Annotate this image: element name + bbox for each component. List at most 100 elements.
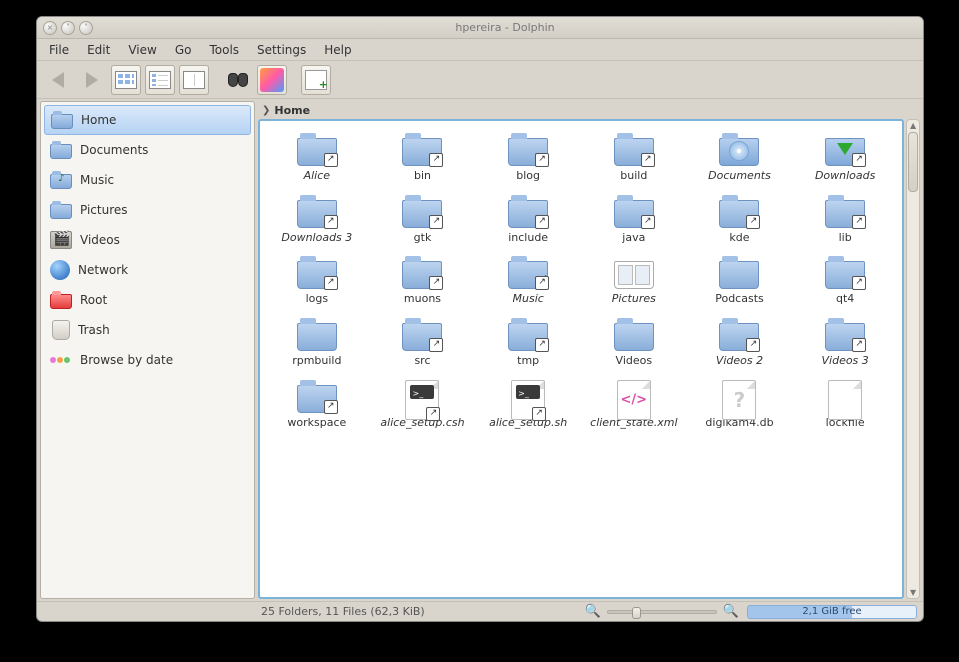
file-item[interactable]: gtk xyxy=(372,193,474,247)
folder-icon xyxy=(297,133,337,167)
file-item[interactable]: Pictures xyxy=(583,254,685,308)
file-label: lib xyxy=(839,232,852,245)
zoom-slider[interactable] xyxy=(607,610,717,614)
place-label: Root xyxy=(80,293,107,307)
menu-view[interactable]: View xyxy=(120,41,164,59)
scroll-down-icon[interactable]: ▼ xyxy=(910,588,916,597)
file-item[interactable]: </>client_state.xml xyxy=(583,378,685,432)
icon-view-button[interactable] xyxy=(111,65,141,95)
menu-go[interactable]: Go xyxy=(167,41,200,59)
file-item[interactable]: tmp xyxy=(477,316,579,370)
place-trash[interactable]: Trash xyxy=(44,315,251,345)
menu-help[interactable]: Help xyxy=(316,41,359,59)
menubar: File Edit View Go Tools Settings Help xyxy=(37,39,923,61)
zoom-slider-handle[interactable] xyxy=(632,607,641,619)
file-label: src xyxy=(414,355,430,368)
file-item[interactable]: rpmbuild xyxy=(266,316,368,370)
folder-icon xyxy=(719,256,759,290)
file-item[interactable]: blog xyxy=(477,131,579,185)
file-item[interactable]: kde xyxy=(689,193,791,247)
file-item[interactable]: include xyxy=(477,193,579,247)
file-item[interactable]: Downloads 3 xyxy=(266,193,368,247)
file-label: tmp xyxy=(517,355,539,368)
file-label: Documents xyxy=(708,170,771,183)
root-icon xyxy=(50,291,72,309)
breadcrumb[interactable]: ❯ Home xyxy=(258,101,920,119)
place-music[interactable]: Music xyxy=(44,165,251,195)
scroll-up-icon[interactable]: ▲ xyxy=(910,121,916,130)
music-folder-icon: ♪ xyxy=(508,256,548,290)
file-item[interactable]: Videos 2 xyxy=(689,316,791,370)
folder-icon xyxy=(614,318,654,352)
place-label: Network xyxy=(78,263,128,277)
globe-icon xyxy=(50,260,70,280)
file-item[interactable]: java xyxy=(583,193,685,247)
free-space-bar: 2,1 GiB free xyxy=(747,605,917,619)
place-network[interactable]: Network xyxy=(44,255,251,285)
zoom-in-button[interactable]: 🔍 xyxy=(723,604,739,619)
place-documents[interactable]: Documents xyxy=(44,135,251,165)
menu-tools[interactable]: Tools xyxy=(201,41,247,59)
vertical-scrollbar[interactable]: ▲ ▼ xyxy=(906,119,920,599)
file-item[interactable]: Downloads xyxy=(794,131,896,185)
scrollbar-thumb[interactable] xyxy=(908,132,918,192)
documents-folder-icon xyxy=(719,133,759,167)
place-root[interactable]: Root xyxy=(44,285,251,315)
file-item[interactable]: lockfile xyxy=(794,378,896,432)
downloads-folder-icon xyxy=(825,133,865,167)
file-label: Podcasts xyxy=(715,293,764,306)
place-label: Videos xyxy=(80,233,120,247)
folder-icon xyxy=(50,201,72,219)
place-home[interactable]: Home xyxy=(44,105,251,135)
place-videos[interactable]: Videos xyxy=(44,225,251,255)
breadcrumb-segment[interactable]: Home xyxy=(274,104,310,117)
file-item[interactable]: lib xyxy=(794,193,896,247)
file-item[interactable]: src xyxy=(372,316,474,370)
maximize-button[interactable]: ˄ xyxy=(79,21,93,35)
zoom-out-button[interactable]: 🔍 xyxy=(585,604,601,619)
file-label: Videos 3 xyxy=(822,355,869,368)
folder-icon xyxy=(825,195,865,229)
file-item[interactable]: bin xyxy=(372,131,474,185)
file-label: blog xyxy=(516,170,540,183)
forward-button[interactable] xyxy=(77,65,107,95)
file-item[interactable]: ?digikam4.db xyxy=(689,378,791,432)
new-tab-button[interactable] xyxy=(301,65,331,95)
place-browse-by-date[interactable]: Browse by date xyxy=(44,345,251,375)
menu-file[interactable]: File xyxy=(41,41,77,59)
unknown-file-icon: ? xyxy=(719,380,759,414)
place-pictures[interactable]: Pictures xyxy=(44,195,251,225)
file-item[interactable]: muons xyxy=(372,254,474,308)
file-item[interactable]: Videos xyxy=(583,316,685,370)
back-button[interactable] xyxy=(43,65,73,95)
details-view-button[interactable] xyxy=(145,65,175,95)
preview-button[interactable] xyxy=(257,65,287,95)
file-item[interactable]: Alice xyxy=(266,131,368,185)
file-label: Alice xyxy=(304,170,330,183)
music-icon xyxy=(50,171,72,189)
folder-icon xyxy=(402,256,442,290)
file-item[interactable]: Documents xyxy=(689,131,791,185)
details-view-icon xyxy=(149,71,171,89)
file-item[interactable]: Podcasts xyxy=(689,254,791,308)
menu-edit[interactable]: Edit xyxy=(79,41,118,59)
file-item[interactable]: alice_setup.sh xyxy=(477,378,579,432)
file-item[interactable]: alice_setup.csh xyxy=(372,378,474,432)
file-item[interactable]: workspace xyxy=(266,378,368,432)
file-item[interactable]: Videos 3 xyxy=(794,316,896,370)
columns-view-button[interactable] xyxy=(179,65,209,95)
minimize-button[interactable]: ˅ xyxy=(61,21,75,35)
close-button[interactable]: × xyxy=(43,21,57,35)
find-button[interactable] xyxy=(223,65,253,95)
menu-settings[interactable]: Settings xyxy=(249,41,314,59)
file-item[interactable]: build xyxy=(583,131,685,185)
file-view[interactable]: Alice bin blog build Documents Downloads Downl… xyxy=(258,119,904,599)
folder-icon xyxy=(719,195,759,229)
statusbar: 25 Folders, 11 Files (62,3 KiB) 🔍 🔍 2,1 … xyxy=(37,601,923,621)
file-label: include xyxy=(508,232,548,245)
xml-file-icon: </> xyxy=(614,380,654,414)
file-item[interactable]: ♪Music xyxy=(477,254,579,308)
file-item[interactable]: qt4 xyxy=(794,254,896,308)
script-file-icon xyxy=(402,380,442,414)
file-item[interactable]: logs xyxy=(266,254,368,308)
